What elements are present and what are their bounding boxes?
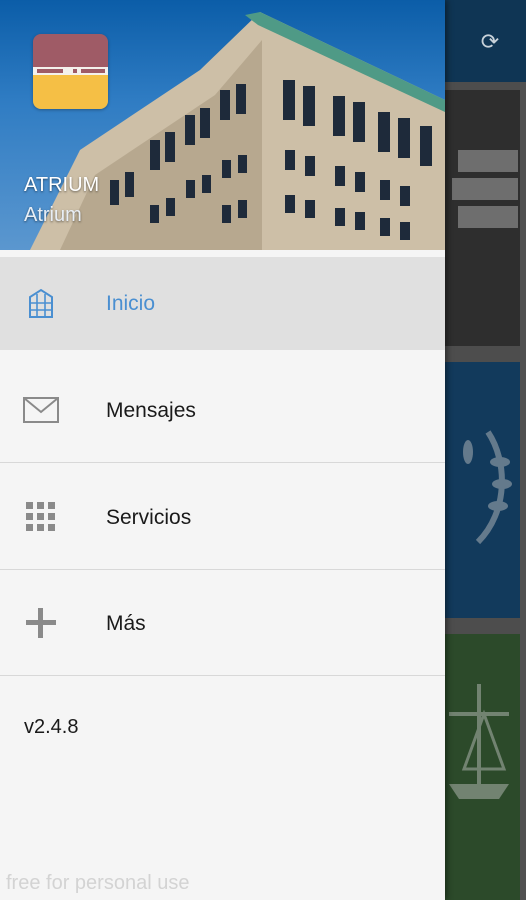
menu-label-mensajes: Mensajes (106, 399, 196, 422)
watermark-text: free for personal use (6, 872, 190, 894)
atrium-logo (33, 34, 108, 109)
refresh-icon[interactable]: ⟳ (478, 30, 502, 54)
app-version: v2.4.8 (24, 716, 79, 738)
header-title: ATRIUM (24, 174, 100, 196)
menu-item-inicio[interactable]: Inicio (0, 257, 445, 350)
plus-icon (22, 604, 60, 642)
menu-item-mensajes[interactable]: Mensajes (0, 357, 445, 463)
tile-legal[interactable] (444, 634, 520, 900)
scale-icon (449, 684, 509, 799)
envelope-icon (22, 391, 60, 429)
menu-item-mas[interactable]: Más (0, 570, 445, 676)
menu-item-servicios[interactable]: Servicios (0, 464, 445, 570)
header-subtitle: Atrium (24, 204, 82, 226)
menu-label-mas: Más (106, 612, 146, 635)
tile-library[interactable] (444, 90, 520, 346)
tile-academic[interactable] (444, 362, 520, 618)
scroll-gutter (520, 82, 526, 900)
navigation-drawer: ATRIUM Atrium Inicio Mensajes Servicios … (0, 0, 445, 900)
books-icon (452, 150, 518, 228)
menu-label-inicio: Inicio (106, 292, 156, 315)
building-icon (22, 284, 60, 322)
menu-label-servicios: Servicios (106, 506, 192, 529)
drawer-header: ATRIUM Atrium (0, 0, 445, 250)
laurel-icon (463, 430, 512, 545)
grid-icon (22, 498, 60, 536)
